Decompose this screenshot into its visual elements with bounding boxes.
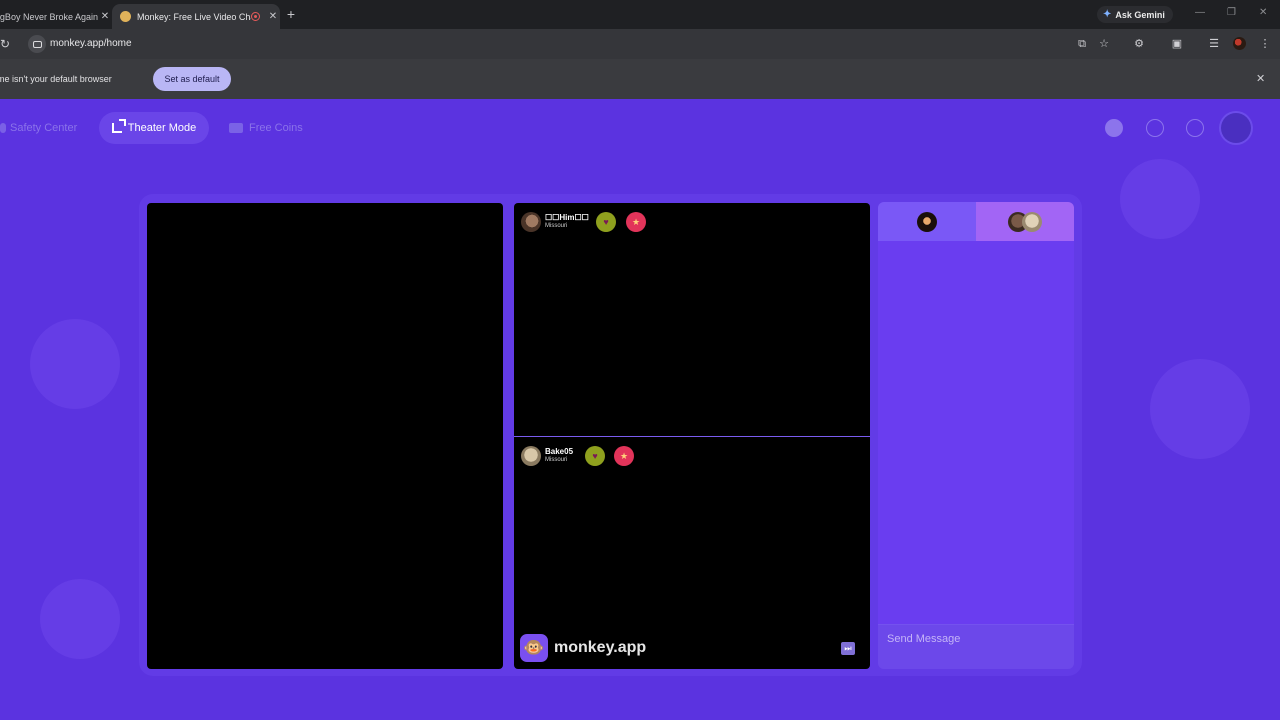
history-icon[interactable] <box>1146 119 1164 137</box>
infobar-text: Google Chrome isn't your default browser <box>0 74 112 84</box>
monkey-brand: 🐵 monkey.app <box>520 634 646 662</box>
close-tab-icon[interactable]: ✕ <box>266 11 280 22</box>
user-location: Missouri <box>545 457 568 463</box>
background-pattern <box>1120 159 1200 239</box>
nav-theater-label: Theater Mode <box>127 122 197 134</box>
ask-gemini-label: Ask Gemini <box>1115 9 1165 20</box>
skip-icon[interactable]: ⏭ <box>841 642 855 655</box>
nav-theater-mode[interactable]: Theater Mode <box>99 112 209 144</box>
ask-gemini-button[interactable]: ✦ Ask Gemini <box>1097 6 1173 23</box>
restore-icon[interactable]: ❐ <box>1227 7 1236 18</box>
nav-coins-label: Free Coins <box>249 122 303 134</box>
monkey-logo-icon: 🐵 <box>520 634 548 662</box>
username: Bake05 <box>545 447 574 456</box>
nav-safety-label: Safety Center <box>10 122 78 134</box>
monkey-favicon-icon <box>120 11 131 22</box>
profile-avatar[interactable] <box>1233 37 1246 50</box>
avatar <box>917 211 937 232</box>
self-video <box>147 203 503 669</box>
brand-text: monkey.app <box>554 639 647 656</box>
extensions-icon[interactable]: ⚙ <box>1132 37 1146 51</box>
avatar <box>521 446 541 466</box>
nav-safety-center[interactable]: Safety Center <box>0 116 77 140</box>
url-text[interactable]: monkey.app/home <box>50 38 132 49</box>
user-info: Bake05 Missouri <box>545 447 573 465</box>
omnibox[interactable]: monkey.app/home <box>26 34 1076 54</box>
window-close-icon[interactable]: ✕ <box>1259 7 1267 18</box>
tab-youngboy[interactable]: NBA YoungBoy Never Broke Again ✕ <box>0 4 112 29</box>
expand-icon <box>111 119 126 133</box>
user-info: ☐☐Him☐☐ Missouri <box>545 213 589 231</box>
site-info-icon[interactable] <box>28 35 46 53</box>
background-pattern <box>1150 359 1250 459</box>
tab-title: Monkey: Free Live Video Chat <box>137 11 251 22</box>
avatar <box>1022 211 1042 232</box>
nav-free-coins[interactable]: Free Coins <box>229 116 303 140</box>
new-tab-button[interactable]: + <box>284 6 298 22</box>
infobar-close-icon[interactable]: ✕ <box>1256 72 1265 85</box>
background-pattern <box>30 319 120 409</box>
heart-icon[interactable]: ♥ <box>596 212 616 232</box>
user-location: Missouri <box>545 223 568 229</box>
browser-tab-bar: NBA YoungBoy Never Broke Again ✕ Monkey:… <box>0 0 1280 29</box>
messages-icon[interactable] <box>1186 119 1204 137</box>
tab-monkey[interactable]: Monkey: Free Live Video Chat ✕ <box>112 4 280 29</box>
user-card-1: ☐☐Him☐☐ Missouri <box>521 212 589 232</box>
set-as-default-button[interactable]: Set as default <box>153 67 231 91</box>
shield-icon <box>0 123 6 133</box>
close-tab-icon[interactable]: ✕ <box>98 11 112 22</box>
chat-tab-group[interactable] <box>976 202 1074 241</box>
coins-icon <box>229 123 243 133</box>
heart-icon[interactable]: ♥ <box>585 446 605 466</box>
menu-kebab-icon[interactable]: ⋮ <box>1258 37 1272 51</box>
user-avatar[interactable] <box>1221 113 1251 143</box>
user-card-2: Bake05 Missouri <box>521 446 573 466</box>
minimize-icon[interactable]: — <box>1195 7 1205 18</box>
remote-video-1 <box>514 203 870 438</box>
report-icon[interactable]: ★ <box>626 212 646 232</box>
recording-icon <box>251 12 260 21</box>
media-controls-icon[interactable]: ☰ <box>1207 37 1221 51</box>
background-pattern <box>40 579 120 659</box>
chat-tab-user-1[interactable] <box>878 202 976 241</box>
side-panel-icon[interactable]: ▣ <box>1170 37 1184 51</box>
username: ☐☐Him☐☐ <box>545 213 589 222</box>
send-message-input[interactable]: Send Message <box>878 624 1074 669</box>
cast-icon[interactable]: ⧉ <box>1075 37 1089 51</box>
coin-balance-icon[interactable] <box>1105 119 1123 137</box>
reload-icon[interactable]: ↻ <box>0 37 10 51</box>
gemini-sparkle-icon: ✦ <box>1103 9 1112 20</box>
chat-sidebar: Send Message <box>878 202 1074 669</box>
send-message-placeholder: Send Message <box>887 633 961 645</box>
tab-title: NBA YoungBoy Never Broke Again <box>0 11 98 22</box>
bookmark-star-icon[interactable]: ☆ <box>1097 37 1111 51</box>
report-icon[interactable]: ★ <box>614 446 634 466</box>
avatar <box>521 212 541 232</box>
